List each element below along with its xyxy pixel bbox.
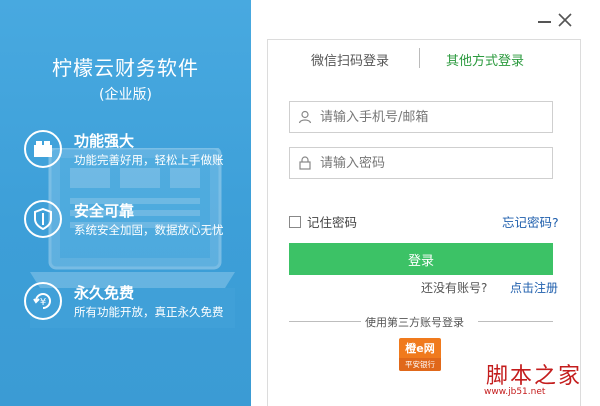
feature-title: 安全可靠 (74, 202, 135, 220)
tab-wechat-login[interactable]: 微信扫码登录 (311, 50, 389, 69)
third-party-label: 使用第三方账号登录 (365, 316, 464, 329)
feature-desc: 功能完善好用，轻松上手做账 (74, 153, 224, 167)
module-icon (24, 130, 62, 168)
login-panel: 微信扫码登录 其他方式登录 请输入手机号/邮箱 记住密码 忘记密码? 登录 还没… (251, 0, 600, 406)
minimize-icon[interactable] (537, 12, 553, 28)
tab-divider (419, 48, 420, 68)
feature-desc: 所有功能开放，真正永久免费 (74, 305, 224, 319)
remember-password-checkbox[interactable]: 记住密码 (289, 212, 357, 231)
user-icon (290, 102, 320, 132)
no-account-text: 还没有账号? (421, 281, 488, 295)
feature-secure: 安全可靠 系统安全加固，数据放心无忧 (24, 198, 249, 242)
divider-left (289, 321, 361, 322)
feature-title: 永久免费 (74, 284, 135, 302)
feature-powerful: 功能强大 功能完善好用，轻松上手做账 (24, 128, 249, 172)
account-input[interactable] (320, 103, 540, 131)
login-window: 柠檬云财务软件 (企业版) 功能强大 功能完善好用，轻松上手做账 安全可靠 系统… (0, 0, 600, 406)
register-link[interactable]: 点击注册 (510, 279, 558, 296)
feature-free: ¥ 永久免费 所有功能开放，真正永久免费 (24, 280, 249, 324)
remember-password-label: 记住密码 (307, 215, 358, 230)
forgot-password-link[interactable]: 忘记密码? (502, 212, 559, 231)
watermark: 脚本之家 (486, 364, 583, 389)
promo-panel: 柠檬云财务软件 (企业版) 功能强大 功能完善好用，轻松上手做账 安全可靠 系统… (0, 0, 251, 406)
feature-desc: 系统安全加固，数据放心无忧 (74, 223, 224, 237)
divider-right (478, 321, 553, 322)
bank-logo-text: 橙e网 (405, 342, 435, 355)
watermark-url: www.jb51.net (484, 387, 546, 397)
password-input[interactable] (320, 149, 540, 177)
account-field[interactable] (289, 101, 553, 133)
password-field[interactable] (289, 147, 553, 179)
checkbox-box[interactable] (289, 215, 301, 228)
bank-logo-subtext: 平安银行 (399, 358, 441, 371)
app-edition: (企业版) (99, 87, 152, 103)
login-button[interactable]: 登录 (289, 243, 553, 275)
svg-text:¥: ¥ (40, 297, 46, 308)
lock-icon (290, 148, 320, 178)
feature-title: 功能强大 (74, 132, 135, 150)
app-title: 柠檬云财务软件 (52, 56, 199, 80)
yuan-cycle-icon: ¥ (24, 282, 62, 320)
tab-other-login[interactable]: 其他方式登录 (446, 50, 524, 69)
close-icon[interactable] (557, 12, 573, 28)
login-form: 微信扫码登录 其他方式登录 请输入手机号/邮箱 记住密码 忘记密码? 登录 还没… (267, 39, 581, 406)
shield-icon (24, 200, 62, 238)
pingan-bank-login-button[interactable]: 橙e网 平安银行 (399, 338, 441, 371)
